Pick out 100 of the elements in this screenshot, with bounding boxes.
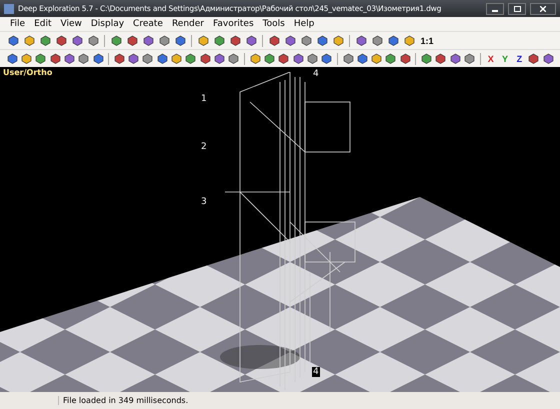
toolbar-button[interactable]	[434, 52, 448, 66]
toolbar-button[interactable]	[283, 34, 297, 48]
toolbar-button[interactable]	[86, 34, 100, 48]
cube-icon	[142, 53, 154, 64]
toolbar-button[interactable]	[228, 34, 242, 48]
toolbar-button[interactable]	[354, 34, 368, 48]
toolbar-button[interactable]	[6, 34, 20, 48]
toolbar-button[interactable]	[299, 34, 313, 48]
cube-icon	[404, 35, 414, 46]
toolbar-button[interactable]	[463, 52, 476, 66]
toolbar-button[interactable]	[244, 34, 258, 48]
cube-icon	[50, 53, 61, 64]
toolbar-button[interactable]	[125, 34, 139, 48]
toolbar-button[interactable]	[48, 52, 62, 66]
menu-item[interactable]: Edit	[34, 19, 52, 29]
maximize-icon	[514, 6, 520, 12]
toolbar-button[interactable]	[542, 52, 554, 66]
cube-icon	[435, 53, 446, 64]
cube-icon	[185, 53, 196, 64]
toolbar-button[interactable]	[109, 34, 123, 48]
cube-icon	[385, 53, 396, 64]
cube-icon	[372, 35, 382, 46]
axis-button[interactable]: X	[484, 52, 497, 66]
toolbar-button[interactable]	[249, 52, 262, 66]
toolbar-button[interactable]	[20, 52, 33, 66]
toolbar-button[interactable]	[113, 52, 126, 66]
maximize-button[interactable]	[508, 2, 526, 14]
toolbar-button[interactable]	[315, 34, 329, 48]
toolbar-button[interactable]	[92, 52, 104, 66]
menu-item[interactable]: Favorites	[213, 19, 254, 29]
toolbar-button[interactable]	[199, 52, 212, 66]
toolbar-button[interactable]	[141, 34, 155, 48]
cube-icon	[72, 35, 82, 46]
axis-button[interactable]: Z	[513, 52, 526, 66]
menu-item[interactable]: Create	[133, 19, 163, 29]
menu-item[interactable]: File	[10, 19, 26, 29]
toolbar-button[interactable]	[70, 34, 84, 48]
menu-item[interactable]: Help	[294, 19, 314, 29]
toolbar-button[interactable]	[38, 34, 52, 48]
toolbar-button[interactable]	[157, 34, 171, 48]
toolbar-button[interactable]	[228, 52, 240, 66]
cube-icon	[92, 53, 104, 64]
toolbar-button[interactable]	[54, 34, 68, 48]
toolbar-button[interactable]	[370, 34, 384, 48]
toolbar-button[interactable]	[156, 52, 168, 66]
toolbar-button[interactable]	[342, 52, 354, 66]
toolbar-button[interactable]	[528, 52, 540, 66]
toolbar-button[interactable]	[384, 52, 398, 66]
toolbar-button[interactable]	[6, 52, 18, 66]
callout-number: 4	[312, 69, 320, 79]
menu-item[interactable]: Render	[172, 19, 204, 29]
cube-icon	[278, 53, 290, 64]
app-icon	[4, 4, 14, 14]
toolbar-button[interactable]	[306, 52, 319, 66]
cube-icon	[246, 35, 256, 46]
toolbar-button[interactable]	[356, 52, 368, 66]
toolbar-button[interactable]	[402, 34, 416, 48]
toolbar-button[interactable]	[128, 52, 140, 66]
toolbar-button[interactable]	[386, 34, 400, 48]
toolbar-button[interactable]	[34, 52, 47, 66]
toolbar-button[interactable]	[213, 52, 226, 66]
toolbar-button[interactable]	[196, 34, 210, 48]
toolbar-button[interactable]	[320, 52, 333, 66]
toolbar-button[interactable]	[22, 34, 36, 48]
callout-number: 2	[200, 142, 208, 152]
menu-item[interactable]: Display	[90, 19, 124, 29]
zoom-button[interactable]: 1:1	[418, 34, 436, 48]
toolbar-button[interactable]	[63, 52, 76, 66]
cube-icon	[268, 35, 280, 46]
cube-icon	[214, 35, 224, 46]
toolbar-button[interactable]	[184, 52, 198, 66]
toolbar-button[interactable]	[170, 52, 183, 66]
minimize-button[interactable]	[486, 2, 504, 14]
cube-icon	[20, 53, 32, 64]
toolbar-button[interactable]	[399, 52, 412, 66]
toolbar-button[interactable]	[370, 52, 383, 66]
toolbar-button[interactable]	[142, 52, 154, 66]
toolbar-button[interactable]	[173, 34, 187, 48]
toolbar-button[interactable]	[263, 52, 276, 66]
toolbar-button[interactable]	[331, 34, 345, 48]
cube-icon	[356, 35, 366, 46]
toolbar-button[interactable]	[420, 52, 433, 66]
cube-icon	[250, 53, 261, 64]
cube-icon	[6, 53, 18, 64]
cube-icon	[88, 35, 98, 46]
cube-icon	[114, 53, 125, 64]
cube-icon	[198, 35, 208, 46]
toolbar-button[interactable]	[292, 52, 304, 66]
status-message: File loaded in 349 milliseconds.	[58, 396, 188, 404]
toolbar-button[interactable]	[212, 34, 226, 48]
toolbar-button[interactable]	[78, 52, 90, 66]
menu-item[interactable]: Tools	[262, 19, 285, 29]
callout-number: 3	[200, 197, 208, 207]
cube-icon	[126, 35, 138, 46]
menu-item[interactable]: View	[60, 19, 82, 29]
toolbar-button[interactable]	[449, 52, 462, 66]
toolbar-button[interactable]	[278, 52, 290, 66]
close-icon	[540, 6, 546, 12]
toolbar-button[interactable]	[267, 34, 281, 48]
close-button[interactable]	[530, 2, 556, 14]
